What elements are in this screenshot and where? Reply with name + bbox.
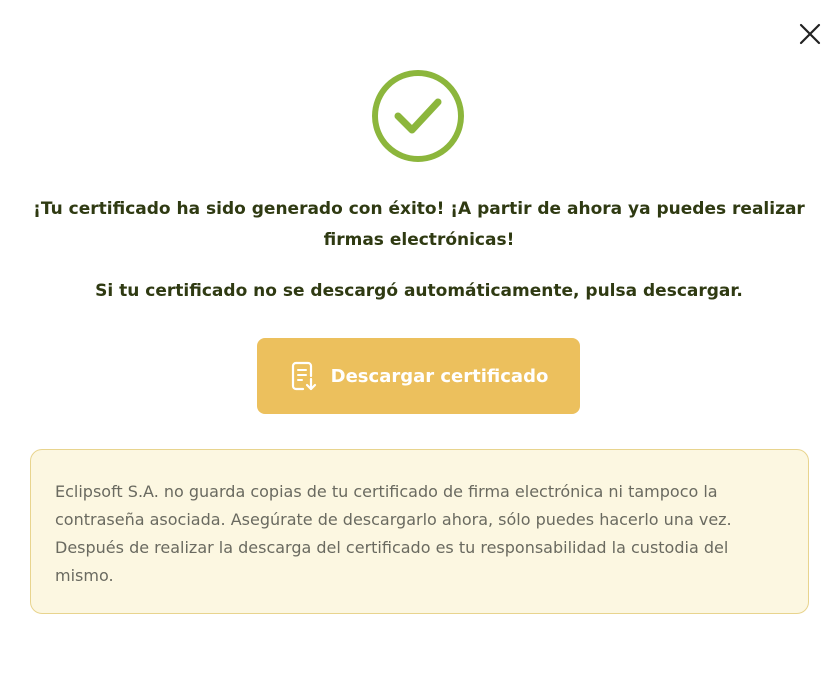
download-button-label: Descargar certificado bbox=[330, 365, 549, 387]
custody-notice: Eclipsoft S.A. no guarda copias de tu ce… bbox=[30, 449, 809, 614]
notice-text: Eclipsoft S.A. no guarda copias de tu ce… bbox=[55, 482, 732, 585]
download-hint: Si tu certificado no se descargó automát… bbox=[95, 281, 743, 301]
certificate-success-dialog: ¡Tu certificado ha sido generado con éxi… bbox=[0, 0, 838, 676]
check-circle-icon bbox=[372, 70, 464, 162]
document-download-icon bbox=[291, 361, 316, 391]
success-message: ¡Tu certificado ha sido generado con éxi… bbox=[33, 199, 805, 250]
close-icon bbox=[799, 23, 821, 45]
download-certificate-button[interactable]: Descargar certificado bbox=[257, 338, 580, 414]
close-button[interactable] bbox=[796, 20, 824, 48]
